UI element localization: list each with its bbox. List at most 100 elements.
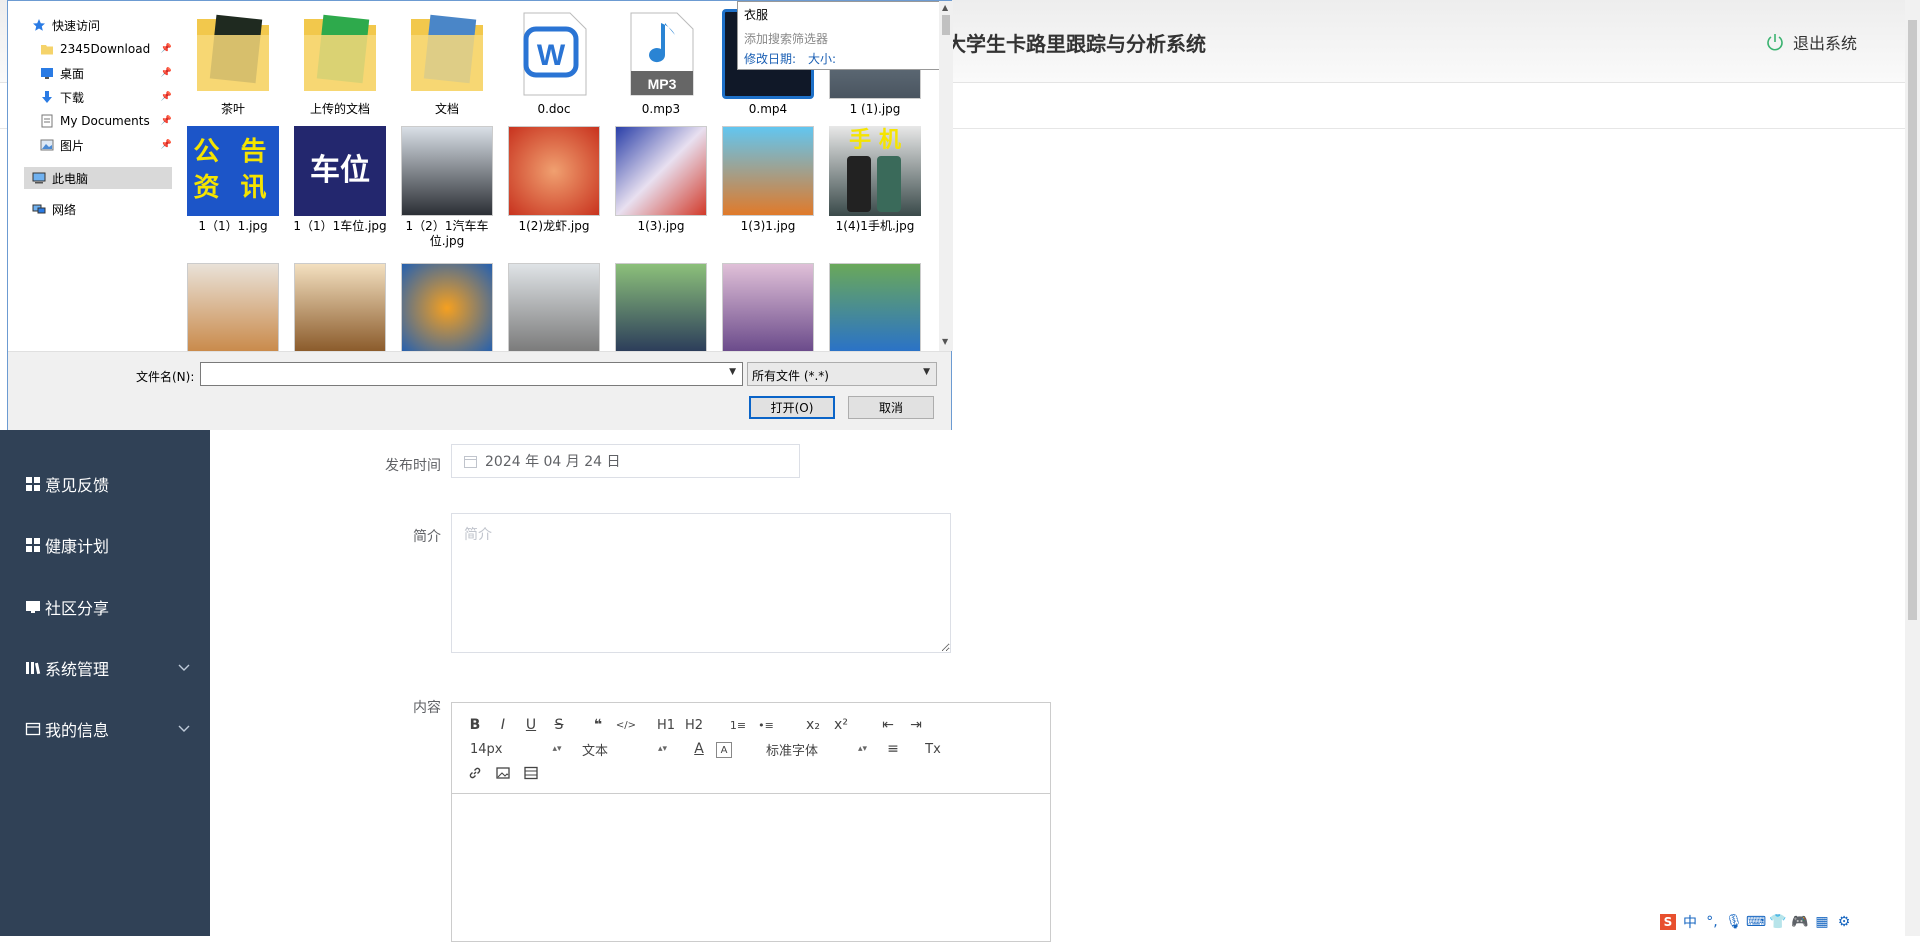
font-color-button[interactable]: A [688,739,710,759]
file-item[interactable] [183,263,283,351]
background-color-button[interactable]: A [716,742,732,758]
chevron-down-icon[interactable]: ▼ [729,367,736,377]
file-name: 1(2)龙虾.jpg [518,219,590,233]
sidebar-item-system[interactable]: 系统管理 [25,656,190,680]
game-icon[interactable]: 🎮 [1791,914,1808,930]
file-grid-scrollbar[interactable]: ▲ ▼ [939,1,953,351]
file-item[interactable]: 1(3).jpg [611,126,711,234]
microphone-icon[interactable]: 🎙 [1725,914,1743,930]
nav-downloads[interactable]: 下载 📌 [40,87,172,107]
calendar-icon [464,455,477,468]
clear-format-button[interactable]: Tx [922,739,944,759]
file-item[interactable] [611,263,711,351]
scroll-down-icon[interactable]: ▼ [942,337,948,346]
download-icon [42,91,52,103]
logout-label: 退出系统 [1792,34,1857,53]
settings-icon[interactable]: ⚙ [1836,914,1852,930]
open-button[interactable]: 打开(O) [749,396,835,419]
file-item[interactable]: 公 告资 讯 1（1）1.jpg [183,126,283,234]
h2-button[interactable]: H2 [683,715,705,735]
file-item[interactable] [290,263,390,351]
video-button[interactable] [520,763,542,783]
notice-image: 公 告资 讯 [187,126,279,216]
file-item[interactable]: MP3 0.mp3 [611,9,711,117]
code-block-button[interactable]: </> [615,715,637,735]
file-type-select[interactable]: 所有文件 (*.*) ▼ [747,362,937,386]
file-item[interactable] [504,263,604,351]
svg-text:W: W [537,39,566,72]
filename-input[interactable]: ▼ [200,362,743,386]
nav-network[interactable]: 网络 [32,199,182,219]
font-size-select[interactable]: 14px ▴▾ [470,739,562,759]
file-item[interactable]: W 0.doc [504,9,604,117]
filter-date-link[interactable]: 修改日期: [744,50,796,67]
align-button[interactable]: ≡ [882,739,904,759]
image-button[interactable] [492,763,514,783]
strike-button[interactable]: S [548,715,570,735]
file-item[interactable] [397,263,497,351]
skin-icon[interactable]: 👕 [1769,914,1786,930]
computer-icon [32,172,46,184]
nav-this-pc[interactable]: 此电脑 [24,167,172,189]
nav-desktop[interactable]: 桌面 📌 [40,63,172,83]
library-icon [26,662,41,675]
file-item[interactable] [825,263,925,351]
sidebar-item-community[interactable]: 社区分享 [25,595,190,619]
logout-button[interactable]: 退出系统 [1765,30,1857,54]
page-scrollbar[interactable] [1905,0,1920,936]
indent-button[interactable]: ⇥ [905,715,927,735]
bold-button[interactable]: B [464,715,486,735]
nav-quick-access[interactable]: 快速访问 [32,15,182,35]
ordered-list-button[interactable]: 1≡ [727,715,749,735]
nav-label: My Documents [60,114,150,128]
superscript-button[interactable]: x² [830,715,852,735]
file-item[interactable] [718,263,818,351]
keyboard-icon[interactable]: ⌨ [1746,914,1766,930]
cancel-button[interactable]: 取消 [848,396,934,419]
intro-textarea[interactable] [451,513,951,653]
search-suggestion-popup: 衣服 添加搜索筛选器 修改日期: 大小: [737,1,947,70]
file-item[interactable]: 茶叶 [183,9,283,117]
image-thumbnail [401,263,493,351]
sidebar-item-label: 意见反馈 [45,476,110,495]
filter-size-link[interactable]: 大小: [808,50,836,67]
sogou-ime-icon[interactable]: S [1660,914,1676,930]
italic-button[interactable]: I [492,715,514,735]
file-item[interactable]: 1(2)龙虾.jpg [504,126,604,234]
sidebar-item-feedback[interactable]: 意见反馈 [25,472,190,496]
toolbox-icon[interactable]: ▦ [1814,914,1830,930]
punctuation-icon[interactable]: °, [1704,914,1720,930]
file-item[interactable]: 上传的文档 [290,9,390,117]
sidebar: 意见反馈 健康计划 社区分享 系统管理 我的信息 [0,430,210,936]
nav-2345download[interactable]: 2345Download 📌 [40,39,172,59]
sidebar-item-my-info[interactable]: 我的信息 [25,717,190,741]
nav-my-documents[interactable]: My Documents 📌 [40,111,172,131]
file-item[interactable]: 手 机 1(4)1手机.jpg [825,126,925,234]
pin-icon: 📌 [160,92,172,102]
file-item[interactable]: 车位 1（1）1车位.jpg [290,126,390,234]
file-item[interactable]: 1(3)1.jpg [718,126,818,234]
sidebar-item-health-plan[interactable]: 健康计划 [25,533,190,557]
link-button[interactable] [464,763,486,783]
outdent-button[interactable]: ⇤ [877,715,899,735]
nav-label: 2345Download [60,42,151,56]
file-name: 1(4)1手机.jpg [835,219,915,233]
font-family-select[interactable]: 标准字体 ▴▾ [766,739,867,759]
pin-icon: 📌 [160,116,172,126]
nav-label: 快速访问 [52,18,101,33]
page-scrollbar-thumb[interactable] [1908,20,1917,620]
search-query-text[interactable]: 衣服 [744,6,768,23]
h1-button[interactable]: H1 [655,715,677,735]
bullet-list-button[interactable]: •≡ [755,715,777,735]
blockquote-button[interactable]: ❝ [587,715,609,735]
ime-mode-indicator[interactable]: 中 [1682,914,1698,931]
file-grid-scrollbar-thumb[interactable] [942,15,950,35]
scroll-up-icon[interactable]: ▲ [942,3,948,12]
subscript-button[interactable]: x₂ [802,715,824,735]
publish-date-picker[interactable]: 2024 年 04 月 24 日 [451,444,800,478]
nav-pictures[interactable]: 图片 📌 [40,135,172,155]
underline-button[interactable]: U [520,715,542,735]
file-item[interactable]: 1（2）1汽车车位.jpg [397,126,497,249]
block-type-select[interactable]: 文本 ▴▾ [582,739,667,759]
file-item[interactable]: 文档 [397,9,497,117]
